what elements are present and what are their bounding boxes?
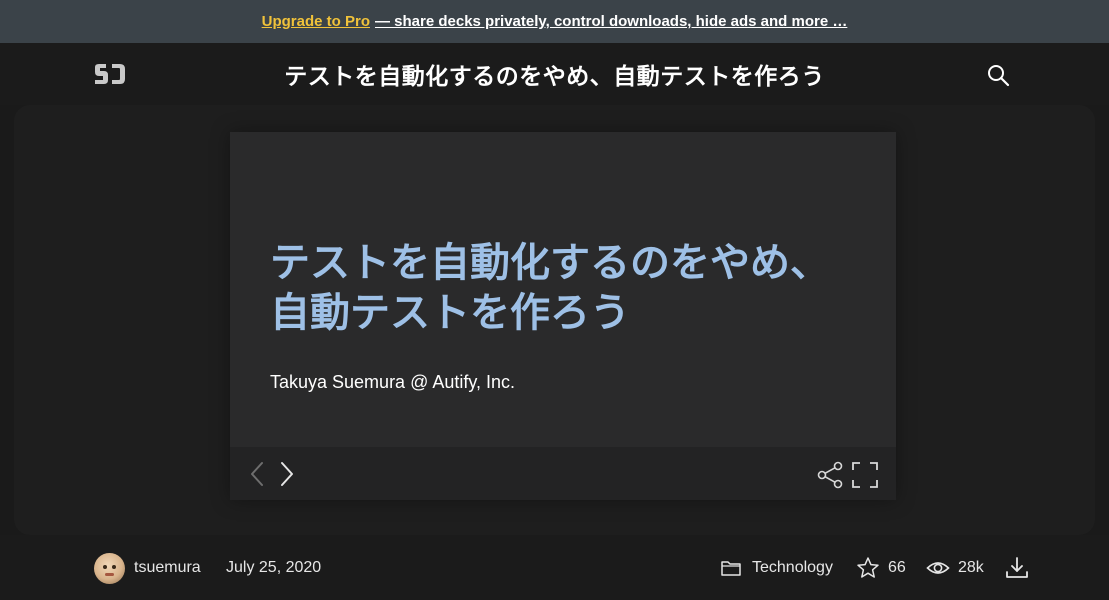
speakerdeck-logo-icon[interactable] bbox=[93, 62, 127, 86]
download-icon[interactable] bbox=[1004, 555, 1030, 581]
slide-viewer: テストを自動化するのをやめ、 自動テストを作ろう Takuya Suemura … bbox=[230, 132, 896, 500]
eye-icon bbox=[926, 562, 950, 574]
slide-title-line-1: テストを自動化するのをやめ、 bbox=[270, 241, 830, 285]
slide[interactable]: テストを自動化するのをやめ、 自動テストを作ろう Takuya Suemura … bbox=[230, 132, 896, 447]
folder-icon bbox=[721, 561, 741, 576]
upgrade-link[interactable]: Upgrade to Pro bbox=[262, 13, 370, 30]
slide-title: テストを自動化するのをやめ、 自動テストを作ろう bbox=[270, 238, 880, 338]
deck-meta-bar: tsuemura July 25, 2020 Technology 66 28k bbox=[0, 535, 1109, 600]
category-label: Technology bbox=[752, 559, 833, 576]
star-count: 66 bbox=[888, 559, 906, 576]
chevron-right-icon[interactable] bbox=[276, 459, 298, 489]
chevron-left-icon[interactable] bbox=[246, 459, 268, 489]
header: テストを自動化するのをやめ、自動テストを作ろう bbox=[0, 43, 1109, 105]
author-username-link[interactable]: tsuemura bbox=[134, 559, 201, 577]
slide-author: Takuya Suemura @ Autify, Inc. bbox=[270, 372, 516, 392]
search-icon[interactable] bbox=[985, 62, 1011, 88]
view-count: 28k bbox=[926, 555, 984, 581]
view-count-label: 28k bbox=[958, 559, 984, 576]
promo-text-link[interactable]: — share decks privately, control downloa… bbox=[375, 13, 847, 30]
avatar-eye-right bbox=[112, 565, 116, 569]
star-button[interactable]: 66 bbox=[856, 555, 906, 581]
avatar-mouth bbox=[105, 573, 114, 576]
category-link[interactable]: Technology bbox=[720, 555, 833, 581]
star-icon bbox=[857, 557, 879, 578]
deck-title: テストを自動化するのをやめ、自動テストを作ろう bbox=[284, 63, 825, 89]
publish-date: July 25, 2020 bbox=[226, 559, 322, 576]
avatar-eye-left bbox=[103, 565, 107, 569]
slide-controls bbox=[230, 447, 896, 500]
fullscreen-icon[interactable] bbox=[851, 461, 879, 489]
avatar[interactable] bbox=[94, 553, 125, 584]
share-icon[interactable] bbox=[816, 461, 844, 489]
slide-title-line-2: 自動テストを作ろう bbox=[270, 291, 630, 335]
promo-banner: Upgrade to Pro — share decks privately, … bbox=[0, 0, 1109, 43]
